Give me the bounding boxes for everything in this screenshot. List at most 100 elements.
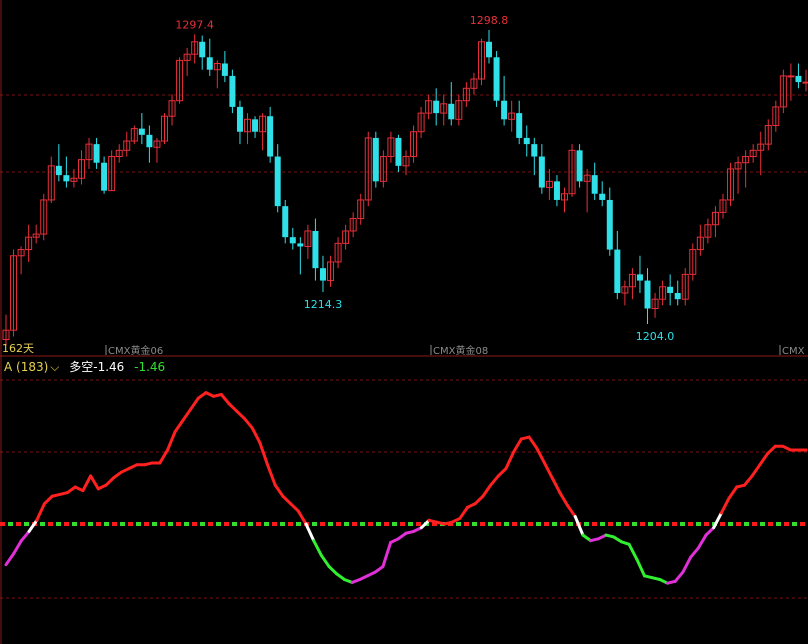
zero-line-dash	[560, 522, 565, 526]
price-chart: 1297.4 1298.8 1214.3 1204.0 162天 CMX黄金06 CMX黄金…	[0, 0, 808, 644]
candle-body	[312, 230, 319, 269]
zero-line-dash	[376, 522, 381, 526]
indicator-line-segment	[327, 565, 339, 576]
candle-body	[252, 119, 259, 132]
zero-line-dash	[480, 522, 485, 526]
indicator-line-segment	[673, 570, 685, 583]
zero-line-dash	[232, 522, 237, 526]
indicator-line-segment	[235, 409, 246, 421]
indicator-line-segment	[89, 474, 100, 491]
indicator-line-segment	[627, 542, 639, 561]
zero-line-dash	[72, 522, 77, 526]
zero-line-dash	[24, 522, 29, 526]
indicator-header[interactable]: A (183) ⌵ 多空-1.46 -1.46	[4, 358, 171, 375]
contract-label: CMX	[782, 346, 805, 357]
indicator-line-segment	[696, 533, 708, 550]
zero-line-dash	[536, 522, 541, 526]
price-annotation: 1204.0	[636, 330, 675, 343]
zero-line-dash	[568, 522, 573, 526]
indicator-line-segment	[19, 529, 31, 543]
indicator-line-segment	[104, 476, 116, 487]
candle-body	[267, 116, 274, 157]
indicator-line-segment	[742, 474, 754, 487]
zero-line-dash	[616, 522, 621, 526]
zero-line-dash	[776, 522, 781, 526]
zero-line-dash	[744, 522, 749, 526]
zero-line-dash	[192, 522, 197, 526]
indicator-line-segment	[304, 522, 316, 543]
zero-line-dash	[128, 522, 133, 526]
price-annotation: 1297.4	[175, 18, 214, 31]
zero-line-dash	[800, 522, 805, 526]
indicator-line-segment	[550, 476, 562, 495]
indicator-line-segment	[173, 418, 185, 433]
candle-body	[297, 243, 304, 247]
zero-line-dash	[80, 522, 85, 526]
zero-line-dash	[736, 522, 741, 526]
zero-line-dash	[392, 522, 397, 526]
zero-line-dash	[416, 522, 421, 526]
candle-body	[236, 106, 243, 132]
zero-line-dash	[144, 522, 149, 526]
candle-body	[433, 100, 440, 114]
zero-line-dash	[752, 522, 757, 526]
indicator-line-segment	[242, 417, 254, 430]
indicator-line-segment	[219, 393, 231, 406]
zero-line-dash	[408, 522, 413, 526]
day-count-label: 162天	[2, 342, 34, 355]
indicator-line-segment	[689, 546, 700, 559]
indicator-line-segment	[42, 494, 54, 506]
indicator-value: -1.46	[93, 360, 125, 374]
zero-line-dash	[320, 522, 325, 526]
chevron-down-icon[interactable]: ⌵	[50, 360, 59, 374]
zero-line-dash	[112, 522, 117, 526]
indicator-line-segment	[719, 496, 731, 515]
zero-line-dash	[496, 522, 501, 526]
candle-body	[614, 249, 621, 293]
zero-line-dash	[256, 522, 261, 526]
zero-line-dash	[160, 522, 165, 526]
indicator-line-segment	[681, 555, 693, 574]
indicator-line-segment	[227, 402, 239, 413]
zero-line-dash	[600, 522, 605, 526]
zero-line-dash	[152, 522, 157, 526]
indicator-line-segment	[4, 552, 16, 567]
zero-line-dash	[360, 522, 365, 526]
zero-line-dash	[328, 522, 333, 526]
zero-line-dash	[96, 522, 101, 526]
zero-line-dash	[208, 522, 213, 526]
candle-body	[395, 137, 402, 166]
indicator-name[interactable]: A (183)	[4, 360, 48, 374]
zero-line-dash	[384, 522, 389, 526]
zero-line-dash	[104, 522, 109, 526]
zero-line-dash	[688, 522, 693, 526]
zero-line-dash	[608, 522, 613, 526]
candle-body	[674, 292, 681, 300]
zero-line-dash	[240, 522, 245, 526]
candle-body	[531, 144, 538, 157]
zero-line-dash	[296, 522, 301, 526]
zero-line-dash	[264, 522, 269, 526]
zero-line-dash	[64, 522, 69, 526]
candle-body	[636, 274, 643, 281]
candle-body	[486, 41, 493, 58]
zero-line-dash	[504, 522, 509, 526]
zero-line-dash	[352, 522, 357, 526]
zero-line-dash	[16, 522, 21, 526]
indicator-line-segment	[489, 474, 500, 487]
zero-line-dash	[720, 522, 725, 526]
candle-body	[289, 237, 296, 244]
zero-line-dash	[48, 522, 53, 526]
price-annotation: 1214.3	[304, 298, 343, 311]
zero-line-dash	[648, 522, 653, 526]
candle-body	[138, 128, 145, 135]
indicator-line-segment	[458, 505, 470, 520]
zero-line-dash	[488, 522, 493, 526]
zero-line-dash	[552, 522, 557, 526]
indicator-line-segment	[181, 407, 193, 422]
zero-line-dash	[224, 522, 229, 526]
zero-line-dash	[368, 522, 373, 526]
zero-line-dash	[672, 522, 677, 526]
zero-line-dash	[136, 522, 141, 526]
zero-line-dash	[280, 522, 285, 526]
